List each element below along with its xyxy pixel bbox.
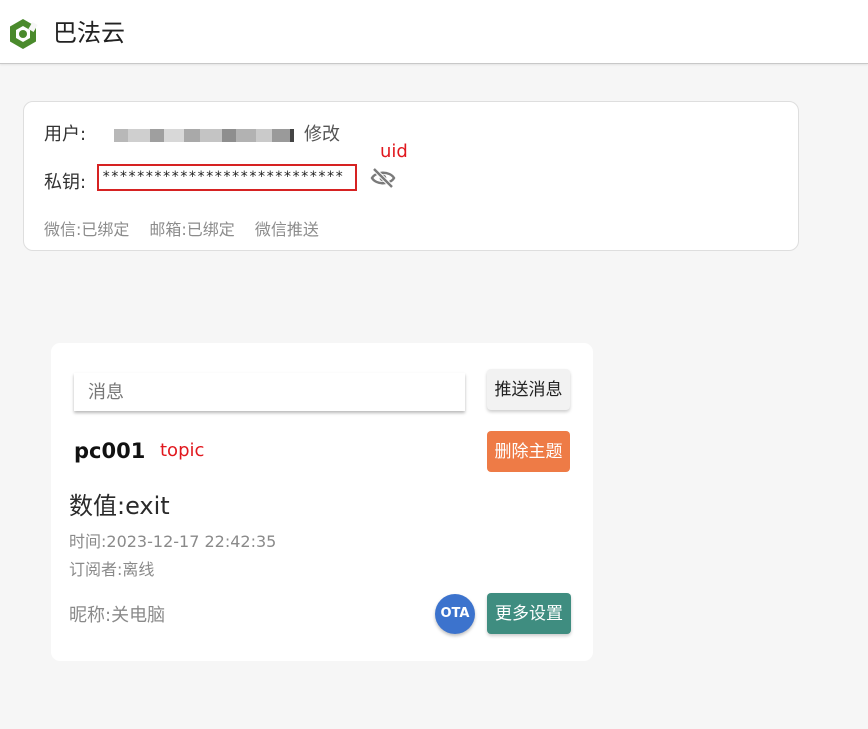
uid-annotation: uid [380,141,408,162]
topic-annotation: topic [160,440,205,461]
delete-topic-button[interactable]: 删除主题 [487,431,570,472]
edit-user-link[interactable]: 修改 [304,123,340,147]
subscriber-status: 订阅者:离线 [69,560,155,579]
bemfa-logo-icon [10,19,38,49]
user-id-mosaic [114,129,294,142]
brand-name: 巴法云 [53,19,125,47]
device-nickname: 昵称:关电脑 [69,605,166,626]
wechat-status: 微信:已绑定 [44,220,130,239]
more-settings-button[interactable]: 更多设置 [487,593,571,634]
account-card: 用户: 修改 uid 私钥: *************************… [23,101,799,251]
message-input[interactable] [74,373,465,411]
key-label: 私钥: [44,172,87,193]
push-message-button[interactable]: 推送消息 [487,369,570,410]
topic-name: pc001 [74,439,146,463]
private-key-field[interactable]: **************************** [97,164,357,191]
email-status: 邮箱:已绑定 [149,220,235,239]
top-bar: 巴法云 [0,0,868,64]
user-label: 用户: [44,124,87,145]
device-value: 数值:exit [69,492,170,520]
update-time: 时间:2023-12-17 22:42:35 [69,532,277,551]
device-card: 推送消息 pc001 topic 删除主题 数值:exit 时间:2023-12… [51,343,593,661]
ota-button[interactable]: OTA [435,594,475,634]
binding-status: 微信:已绑定 邮箱:已绑定 微信推送 [44,219,339,241]
wechat-push-link[interactable]: 微信推送 [255,220,319,239]
eye-slash-icon[interactable] [370,166,396,190]
